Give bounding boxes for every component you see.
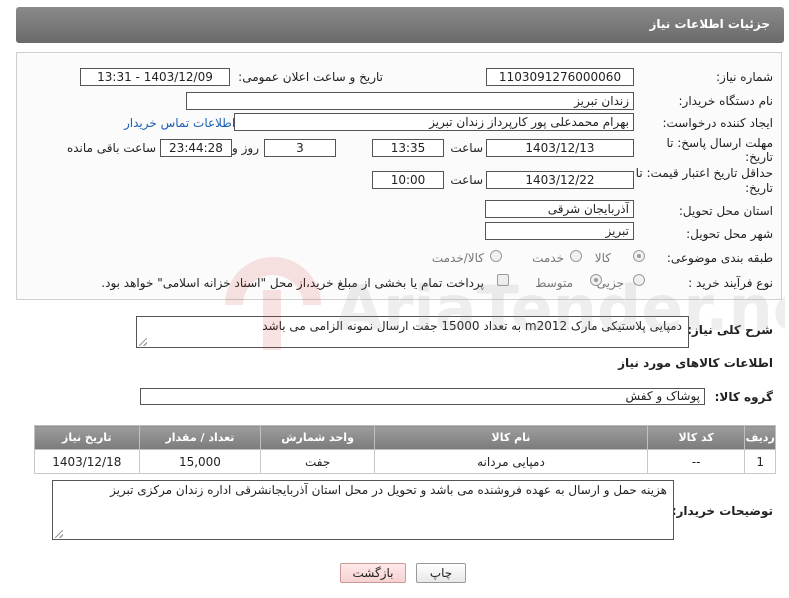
reply-deadline-label-date: تاریخ: [745, 150, 773, 164]
cell-row-number: 1 [744, 449, 776, 474]
price-validity-label: حداقل تاریخ اعتبار قیمت: تا [635, 166, 773, 180]
table-row[interactable]: 1 -- دمپایی مردانه جفت 15,000 1403/12/18 [34, 449, 776, 474]
column-header-quantity: تعداد / مقدار [138, 425, 262, 450]
reply-time-field[interactable]: 13:35 [372, 139, 444, 157]
summary-textarea[interactable]: دمپایی پلاستیکی مارک m2012 به تعداد 1500… [136, 316, 689, 348]
process-option-medium: متوسط [535, 276, 573, 290]
page-title: جزئیات اطلاعات نیاز [649, 17, 770, 31]
goods-group-label: گروه کالا: [714, 390, 773, 404]
cell-need-date: 1403/12/18 [34, 449, 140, 474]
category-radio-goods[interactable] [633, 250, 645, 262]
resize-handle-icon[interactable] [139, 338, 147, 346]
back-button[interactable]: بازگشت [340, 563, 406, 583]
category-radio-service[interactable] [570, 250, 582, 262]
summary-text: دمپایی پلاستیکی مارک m2012 به تعداد 1500… [262, 319, 682, 333]
column-header-item-name: نام کالا [373, 425, 648, 450]
summary-label: شرح کلی نیاز: [687, 323, 773, 337]
category-option-service: خدمت [532, 251, 564, 265]
price-time-label: ساعت [450, 173, 483, 187]
print-button[interactable]: چاپ [416, 563, 466, 583]
goods-table: ردیف کد کالا نام کالا واحد شمارش تعداد /… [34, 425, 776, 474]
process-radio-minor[interactable] [633, 274, 645, 286]
days-label: روز و [232, 141, 259, 155]
treasury-payment-note: پرداخت تمام یا بخشی از مبلغ خرید،از محل … [101, 276, 484, 290]
column-header-need-date: تاریخ نیاز [34, 425, 140, 450]
buyer-notes-label: توضیحات خریدار: [671, 504, 773, 518]
cell-item-code: -- [646, 449, 746, 474]
table-header-row: ردیف کد کالا نام کالا واحد شمارش تعداد /… [34, 425, 776, 450]
process-radio-medium[interactable] [590, 274, 602, 286]
city-label: شهر محل تحویل: [686, 227, 773, 241]
reply-time-label: ساعت [450, 141, 483, 155]
category-option-goods: کالا [594, 251, 611, 265]
column-header-row-number: ردیف [744, 425, 776, 450]
cell-quantity: 15,000 [138, 449, 262, 474]
announce-field[interactable]: 1403/12/09 - 13:31 [80, 68, 230, 86]
announce-label: تاریخ و ساعت اعلان عمومی: [238, 70, 383, 84]
category-radio-goods-service[interactable] [490, 250, 502, 262]
reply-date-field[interactable]: 1403/12/13 [486, 139, 634, 157]
price-date-field[interactable]: 1403/12/22 [486, 171, 634, 189]
price-time-field[interactable]: 10:00 [372, 171, 444, 189]
remaining-time-field[interactable]: 23:44:28 [160, 139, 232, 157]
process-label: نوع فرآیند خرید : [688, 276, 773, 290]
page-header: جزئیات اطلاعات نیاز [16, 7, 784, 43]
need-number-field[interactable]: 1103091276000060 [486, 68, 634, 86]
cell-item-name: دمپایی مردانه [373, 449, 648, 474]
buyer-contact-link[interactable]: اطلاعات تماس خریدار [124, 116, 235, 130]
price-validity-label-date: تاریخ: [745, 181, 773, 195]
remaining-label: ساعت باقی مانده [66, 141, 156, 155]
need-number-label: شماره نیاز: [716, 70, 773, 84]
column-header-unit: واحد شمارش [260, 425, 375, 450]
buyer-org-field[interactable]: زندان تبریز [186, 92, 634, 110]
cell-unit: جفت [260, 449, 375, 474]
requester-field[interactable]: بهرام محمدعلی پور کارپرداز زندان تبریز [234, 113, 634, 131]
days-remaining-field[interactable]: 3 [264, 139, 336, 157]
goods-section-title: اطلاعات کالاهای مورد نیاز [618, 356, 773, 370]
province-label: استان محل تحویل: [678, 204, 773, 218]
treasury-payment-checkbox[interactable] [497, 274, 509, 286]
buyer-notes-textarea[interactable]: هزینه حمل و ارسال به عهده فروشنده می باش… [52, 480, 674, 540]
buyer-org-label: نام دستگاه خریدار: [678, 94, 774, 108]
category-label: طبقه بندی موضوعی: [666, 251, 773, 265]
province-field[interactable]: آذربایجان شرقی [485, 200, 634, 218]
resize-handle-icon[interactable] [55, 530, 63, 538]
requester-label: ایجاد کننده درخواست: [662, 116, 773, 130]
category-option-goods-service: کالا/خدمت [431, 251, 484, 265]
reply-deadline-label: مهلت ارسال پاسخ: تا [666, 136, 773, 150]
column-header-item-code: کد کالا [646, 425, 746, 450]
buyer-notes-text: هزینه حمل و ارسال به عهده فروشنده می باش… [109, 483, 667, 497]
city-field[interactable]: تبریز [485, 222, 634, 240]
goods-group-field[interactable]: پوشاک و کفش [140, 388, 705, 405]
